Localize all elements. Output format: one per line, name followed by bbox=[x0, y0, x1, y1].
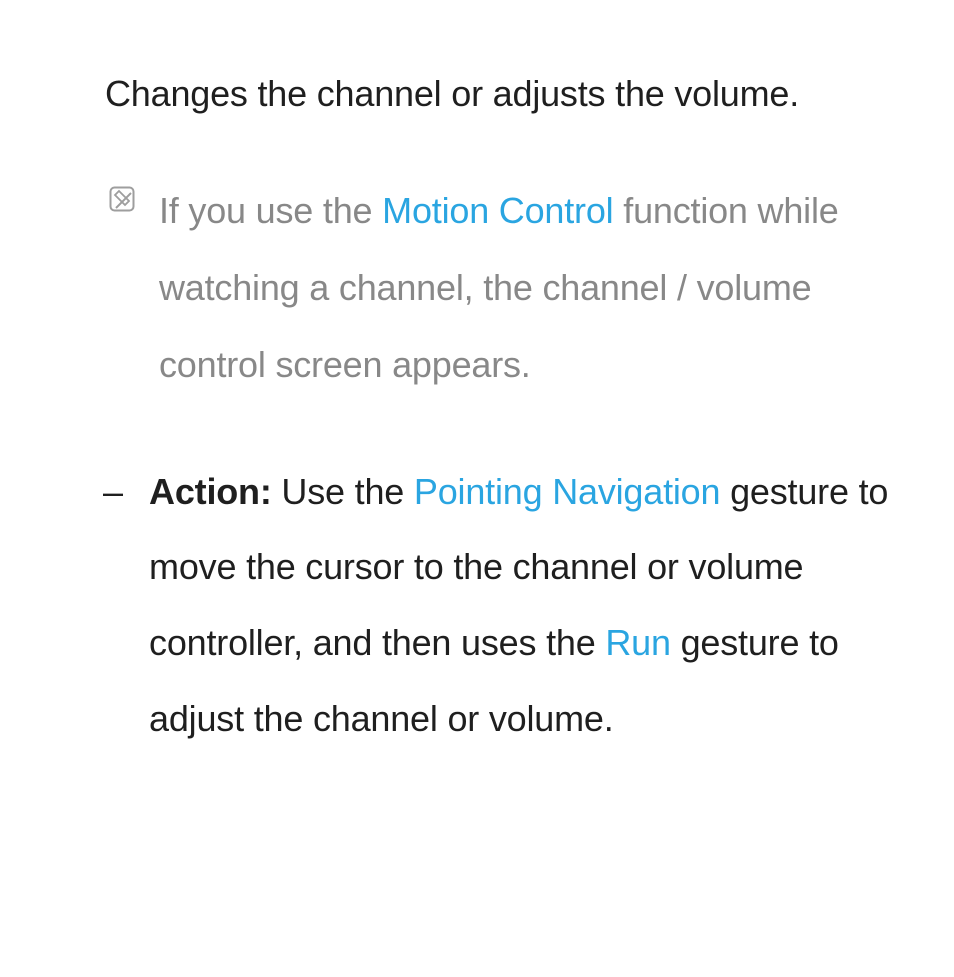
intro-text: Changes the channel or adjusts the volum… bbox=[40, 61, 914, 128]
action-label: Action: bbox=[149, 471, 272, 512]
list-dash: – bbox=[103, 456, 123, 528]
pointing-navigation-highlight: Pointing Navigation bbox=[414, 471, 720, 512]
document-page: Changes the channel or adjusts the volum… bbox=[0, 0, 954, 977]
action-t1: Use the bbox=[272, 471, 414, 512]
note-block: If you use the Motion Control function w… bbox=[40, 172, 914, 404]
action-body: Action: Use the Pointing Navigation gest… bbox=[149, 454, 889, 756]
note-body: If you use the Motion Control function w… bbox=[159, 172, 899, 404]
note-icon bbox=[105, 186, 135, 212]
run-highlight: Run bbox=[605, 622, 670, 663]
note-pre: If you use the bbox=[159, 190, 382, 231]
motion-control-highlight: Motion Control bbox=[382, 190, 613, 231]
action-block: – Action: Use the Pointing Navigation ge… bbox=[40, 454, 914, 756]
